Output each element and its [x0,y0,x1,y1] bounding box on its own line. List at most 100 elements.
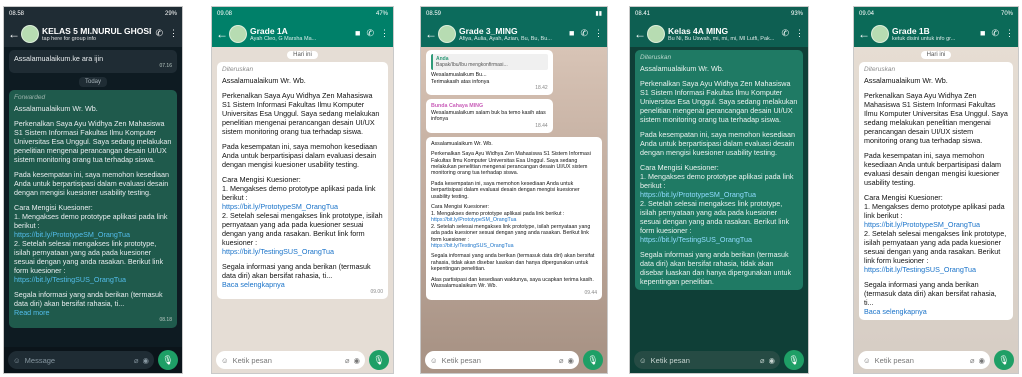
status-time: 09.04 [859,10,875,17]
back-arrow-icon[interactable]: ← [634,27,646,41]
status-time: 08.59 [426,10,442,17]
group-avatar[interactable] [871,24,889,43]
menu-icon[interactable]: ⋮ [795,28,804,39]
group-avatar[interactable] [438,24,456,43]
message-howto-title: Cara Mengisi Kuesioner: [14,203,93,213]
chat-title-block[interactable]: KELAS 5 MI.NURUL GHOSIY... tap here for … [42,26,152,42]
status-bar: 09.04 70% [854,7,1018,20]
call-icon[interactable]: ✆ [781,28,789,39]
message-input[interactable]: ☺ Ketik pesan ⌀ ◉ [425,351,579,369]
call-icon[interactable]: ✆ [366,28,374,39]
mic-button[interactable]: 🎙 [784,350,804,370]
back-arrow-icon[interactable]: ← [8,27,20,41]
questionnaire-link[interactable]: https://bit.ly/TestingSUS_OrangTua [864,265,1008,274]
video-call-icon[interactable]: ■ [355,28,360,39]
read-more-link[interactable]: Baca selengkapnya [222,280,285,289]
questionnaire-message[interactable]: Forwarded Assalamualaikum Wr. Wb. Perken… [9,90,177,328]
group-avatar[interactable] [21,24,39,43]
chat-title-block[interactable]: Grade 1B ketuk disini untuk info gr... [892,26,977,42]
camera-icon[interactable]: ◉ [142,356,149,365]
input-placeholder: Ketik pesan [874,355,914,365]
chat-area[interactable]: Diteruskan Assalamualaikum Wr. Wb. Perke… [630,47,808,347]
questionnaire-link[interactable]: https://bit.ly/TestingSUS_OrangTua [14,275,172,284]
prototype-link[interactable]: https://bit.ly/PrototypeSM_OrangTua [864,220,1008,229]
forwarded-label: Diteruskan [222,66,254,73]
questionnaire-message[interactable]: Assalamualaikum Wr. Wb. Perkenalkan Saya… [426,136,602,300]
header-actions: ■ ✆ ⋮ [980,28,1014,39]
input-placeholder: Ketik pesan [232,355,272,365]
prototype-link[interactable]: https://bit.ly/PrototypeSM_OrangTua [640,190,798,199]
questionnaire-link[interactable]: https://bit.ly/TestingSUS_OrangTua [431,243,597,249]
read-more-link[interactable]: Read more [14,308,50,317]
attach-icon[interactable]: ⌀ [760,356,765,365]
attach-icon[interactable]: ⌀ [559,356,564,365]
mic-button[interactable]: 🎙 [369,350,389,370]
emoji-icon[interactable]: ☺ [430,356,438,365]
forwarded-label: Diteruskan [640,54,672,61]
reply-time: 18.42 [535,85,548,92]
camera-icon[interactable]: ◉ [978,356,985,365]
menu-icon[interactable]: ⋮ [169,28,178,39]
mic-button[interactable]: 🎙 [583,350,603,370]
menu-icon[interactable]: ⋮ [594,28,603,39]
read-more-link[interactable]: Baca selengkapnya [864,307,927,316]
questionnaire-link[interactable]: https://bit.ly/TestingSUS_OrangTua [640,235,798,244]
mic-button[interactable]: 🎙 [994,350,1014,370]
message-input[interactable]: ☺ Ketik pesan ⌀ ◉ [634,351,780,369]
group-title: Grade 3_MING [459,25,518,36]
camera-icon[interactable]: ◉ [353,356,360,365]
questionnaire-message[interactable]: Diteruskan Assalamualaikum Wr. Wb. Perke… [635,50,803,291]
attach-icon[interactable]: ⌀ [345,356,350,365]
phone-screenshot-grade-3: 08.59 ▮▮ ← Grade 3_MING Afiya, Aulia, Ay… [420,6,608,374]
questionnaire-link[interactable]: https://bit.ly/TestingSUS_OrangTua [222,247,383,256]
chat-header: ← KELAS 5 MI.NURUL GHOSIY... tap here fo… [4,20,182,47]
message-time: 08.18 [159,317,172,324]
message-greeting: Assalamualaikum Wr. Wb. [864,76,948,86]
back-arrow-icon[interactable]: ← [425,27,437,41]
chat-area[interactable]: Anda Bapak/Ibu/Ibu mengkonfirmasi... Wes… [421,47,607,347]
call-icon[interactable]: ✆ [155,28,163,39]
emoji-icon[interactable]: ☺ [221,356,229,365]
attach-icon[interactable]: ⌀ [970,356,975,365]
reply-message-1[interactable]: Anda Bapak/Ibu/Ibu mengkonfirmasi... Wes… [426,50,553,96]
video-call-icon[interactable]: ■ [980,28,985,39]
phone-screenshot-kelas-5: 08.58 29% ← KELAS 5 MI.NURUL GHOSIY... t… [3,6,183,374]
message-intro: Perkenalkan Saya Ayu Widhya Zen Mahasisw… [14,119,172,165]
group-avatar[interactable] [647,24,665,43]
menu-icon[interactable]: ⋮ [1005,28,1014,39]
questionnaire-message[interactable]: Diteruskan Assalamualaikum Wr. Wb. Perke… [859,62,1013,321]
menu-icon[interactable]: ⋮ [380,28,389,39]
call-icon[interactable]: ✆ [580,28,588,39]
message-input[interactable]: ☺ Ketik pesan ⌀ ◉ [858,351,990,369]
call-icon[interactable]: ✆ [991,28,999,39]
group-avatar[interactable] [229,24,247,43]
mic-button[interactable]: 🎙 [158,350,178,370]
prototype-link[interactable]: https://bit.ly/PrototypeSM_OrangTua [222,202,383,211]
message-howto-title: Cara Mengisi Kuesioner: [864,193,943,203]
chat-area[interactable]: Hari ini Diteruskan Assalamualaikum Wr. … [854,47,1018,347]
back-arrow-icon[interactable]: ← [216,27,228,41]
message-input[interactable]: ☺ Ketik pesan ⌀ ◉ [216,351,365,369]
message-input-bar: ☺ Message ⌀ ◉ 🎙 [4,347,182,373]
emoji-icon[interactable]: ☺ [13,356,21,365]
input-placeholder: Message [24,355,56,365]
message-input[interactable]: ☺ Message ⌀ ◉ [8,351,154,369]
camera-icon[interactable]: ◉ [768,356,775,365]
previous-message[interactable]: Assalamualaikum.ke ara ijin 07.16 [9,50,177,74]
chat-area[interactable]: Hari ini Diteruskan Assalamualaikum Wr. … [212,47,393,347]
emoji-icon[interactable]: ☺ [639,356,647,365]
chat-title-block[interactable]: Grade 3_MING Afiya, Aulia, Ayah, Azian, … [459,26,566,42]
camera-icon[interactable]: ◉ [567,356,574,365]
questionnaire-message[interactable]: Diteruskan Assalamualaikum Wr. Wb. Perke… [217,62,388,300]
chat-area[interactable]: Assalamualaikum.ke ara ijin 07.16 Today … [4,47,182,347]
chat-title-block[interactable]: Grade 1A Ayah Cleo, G Marsha Ma... [250,26,352,42]
emoji-icon[interactable]: ☺ [863,356,871,365]
video-call-icon[interactable]: ■ [569,28,574,39]
group-subtitle: ketuk disini untuk info gr... [892,35,956,42]
chat-title-block[interactable]: Kelas 4A MING Bu Ni, Bu Uswah, mi, mi, m… [668,26,778,42]
prototype-link[interactable]: https://bit.ly/PrototypeSM_OrangTua [14,230,172,239]
message-request: Pada kesempatan ini, saya memohon kesedi… [14,170,170,198]
back-arrow-icon[interactable]: ← [858,27,870,41]
attach-icon[interactable]: ⌀ [134,356,139,365]
reply-message-2[interactable]: Bunda Cahaya MING Wesalamualaikum salam … [426,99,553,133]
